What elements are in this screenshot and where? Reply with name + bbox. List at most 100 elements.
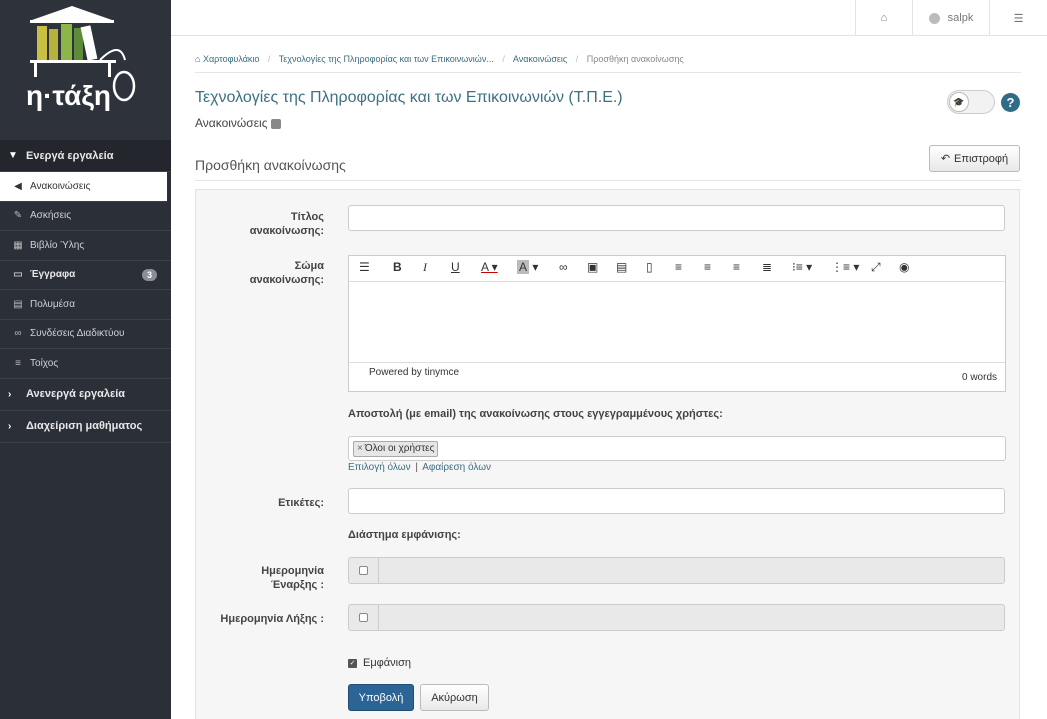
start-date-label: Ημερομηνία Έναρξης :	[261, 565, 324, 591]
sidebar-item-label: Τοίχος	[30, 357, 59, 369]
user-menu-button[interactable]: salpk	[912, 0, 989, 36]
fullscreen-icon[interactable]: ⤢	[871, 260, 881, 275]
home-icon: ⌂	[880, 12, 888, 24]
username: salpk	[947, 12, 974, 24]
section-label: Ενεργά εργαλεία	[26, 149, 114, 162]
powered-by: Powered by tinymce	[369, 367, 460, 378]
word-count: 0 words	[961, 372, 997, 383]
underline-icon[interactable]: U	[451, 260, 460, 274]
start-date-checkbox[interactable]	[359, 566, 368, 575]
calendar-icon: ▦	[13, 239, 23, 251]
megaphone-icon: ◀	[14, 180, 22, 192]
email-label: Αποστολή (με email) της ανακοίνωσης στου…	[348, 408, 723, 420]
end-date-checkbox[interactable]	[359, 613, 368, 622]
home-icon: ⌂	[195, 54, 203, 64]
settings-button[interactable]: ☰	[989, 0, 1047, 36]
end-date-label: Ημερομηνία Λήξης :	[220, 613, 324, 625]
list-icon: ≡	[15, 357, 21, 369]
start-date-field[interactable]	[348, 557, 1005, 584]
sidebar-item-announcements[interactable]: ◀ Ανακοινώσεις	[0, 172, 167, 202]
tags-label: Ετικέτες:	[278, 497, 324, 509]
select-all-link[interactable]: Επιλογή όλων	[348, 462, 411, 473]
sidebar-item-exercises[interactable]: ✎ Ασκήσεις	[0, 202, 171, 231]
sliders-icon: ☰	[1013, 12, 1024, 25]
chevron-down-icon: ▼	[8, 150, 18, 161]
breadcrumb-current: Προσθήκη ανακοίνωσης	[586, 54, 684, 64]
align-center-icon[interactable]: ≡	[704, 260, 711, 274]
count-badge: 3	[141, 268, 157, 281]
visible-checkbox[interactable]: ✓	[348, 658, 357, 668]
logo[interactable]: η·τάξη	[0, 0, 171, 140]
rich-text-editor[interactable]: ☰ B I U A ▾ A ▾ ∞ ▣ ▤ ▯ ≡ ≡ ≡ ≣ ⁝≡ ▾ ⋮≡ …	[348, 255, 1006, 392]
rss-icon[interactable]	[270, 118, 281, 129]
title-input[interactable]	[348, 205, 1005, 231]
chevron-right-icon: ›	[8, 420, 12, 432]
sidebar-item-links[interactable]: ∞ Συνδέσεις Διαδικτύου	[0, 320, 171, 349]
sidebar-item-label: Έγγραφα	[30, 269, 76, 281]
editor-statusbar: Powered by tinymce 0 words	[349, 362, 1005, 391]
view-mode-toggle[interactable]: 🎓	[947, 90, 995, 114]
logo-text: η·τάξη	[26, 80, 111, 111]
align-justify-icon[interactable]: ≣	[762, 260, 772, 274]
section-active-tools[interactable]: ▼ Ενεργά εργαλεία	[0, 140, 171, 172]
document-icon[interactable]: ▯	[646, 260, 653, 274]
sidebar-item-label: Πολυμέσα	[30, 298, 75, 310]
media-icon[interactable]: ▤	[616, 260, 627, 274]
numbered-list-icon[interactable]: ⋮≡ ▾	[831, 260, 859, 274]
bold-icon[interactable]: B	[393, 260, 402, 274]
italic-icon[interactable]: I	[423, 260, 427, 275]
body-label: Σώμα ανακοίνωσης:	[249, 260, 324, 286]
announcement-form: Τίτλος ανακοίνωσης: Σώμα ανακοίνωσης: ☰ …	[195, 189, 1020, 719]
graduation-cap-icon: 🎓	[949, 92, 969, 112]
help-icon[interactable]: ?	[1001, 93, 1020, 112]
recipients-input[interactable]: × Όλοι οι χρήστες	[348, 436, 1006, 461]
breadcrumb-announcements[interactable]: Ανακοινώσεις	[513, 54, 567, 64]
chevron-right-icon: ›	[8, 388, 12, 400]
text-color-icon[interactable]: A ▾	[481, 260, 498, 274]
recipient-chip[interactable]: × Όλοι οι χρήστες	[353, 441, 439, 457]
remove-chip-icon[interactable]: ×	[357, 443, 363, 454]
remove-all-link[interactable]: Αφαίρεση όλων	[422, 462, 491, 473]
section-course-admin[interactable]: › Διαχείριση μαθήματος	[0, 411, 171, 443]
cancel-button[interactable]: Ακύρωση	[420, 684, 489, 711]
sidebar: η·τάξη ▼ Ενεργά εργαλεία ◀ Ανακοινώσεις …	[0, 0, 171, 719]
breadcrumb-course[interactable]: Τεχνολογίες της Πληροφορίας και των Επικ…	[279, 54, 494, 64]
display-period-label: Διάστημα εμφάνισης:	[348, 529, 461, 541]
section-label: Διαχείριση μαθήματος	[26, 420, 143, 432]
bullet-list-icon[interactable]: ⁝≡ ▾	[792, 260, 812, 274]
preview-eye-icon[interactable]: ◉	[899, 260, 909, 274]
breadcrumb: ⌂ Χαρτοφυλάκιο / Τεχνολογίες της Πληροφο…	[195, 54, 684, 64]
sidebar-item-documents[interactable]: ▭ Έγγραφα 3	[0, 261, 171, 290]
back-button[interactable]: ↶ Επιστροφή	[929, 145, 1020, 172]
pencil-icon: ✎	[13, 210, 23, 222]
link-icon[interactable]: ∞	[559, 260, 568, 274]
sidebar-item-label: Συνδέσεις Διαδικτύου	[30, 328, 125, 340]
tags-input[interactable]	[348, 488, 1005, 514]
sidebar-item-label: Βιβλίο Ύλης	[30, 239, 85, 251]
align-left-icon[interactable]: ≡	[675, 260, 682, 274]
sidebar-item-wall[interactable]: ≡ Τοίχος	[0, 349, 171, 379]
home-button[interactable]: ⌂	[855, 0, 912, 36]
submit-button[interactable]: Υποβολή	[348, 684, 414, 711]
film-icon: ▤	[13, 298, 23, 310]
title-label: Τίτλος ανακοίνωσης:	[249, 211, 324, 237]
undo-icon: ↶	[940, 153, 951, 165]
form-title: Προσθήκη ανακοίνωσης	[195, 157, 346, 173]
section-label: Ανενεργά εργαλεία	[26, 388, 126, 400]
folder-icon: ▭	[13, 269, 23, 281]
paragraph-format-icon[interactable]: ☰	[359, 260, 370, 274]
section-inactive-tools[interactable]: › Ανενεργά εργαλεία	[0, 379, 171, 411]
sidebar-item-syllabus[interactable]: ▦ Βιβλίο Ύλης	[0, 231, 171, 261]
bg-color-icon[interactable]: A ▾	[517, 260, 538, 274]
main-content: ⌂ Χαρτοφυλάκιο / Τεχνολογίες της Πληροφο…	[171, 37, 1047, 719]
topbar: ⌂ salpk ☰	[171, 0, 1047, 36]
sidebar-item-label: Ανακοινώσεις	[30, 180, 91, 192]
end-date-field[interactable]	[348, 604, 1005, 631]
sidebar-item-multimedia[interactable]: ▤ Πολυμέσα	[0, 290, 171, 320]
image-icon[interactable]: ▣	[587, 260, 598, 274]
align-right-icon[interactable]: ≡	[733, 260, 740, 274]
breadcrumb-portfolio[interactable]: Χαρτοφυλάκιο	[203, 54, 259, 64]
page-subtitle: Ανακοινώσεις	[195, 116, 281, 130]
recipient-links: Επιλογή όλων | Αφαίρεση όλων	[348, 462, 492, 473]
course-title[interactable]: Τεχνολογίες της Πληροφορίας και των Επικ…	[195, 89, 623, 107]
